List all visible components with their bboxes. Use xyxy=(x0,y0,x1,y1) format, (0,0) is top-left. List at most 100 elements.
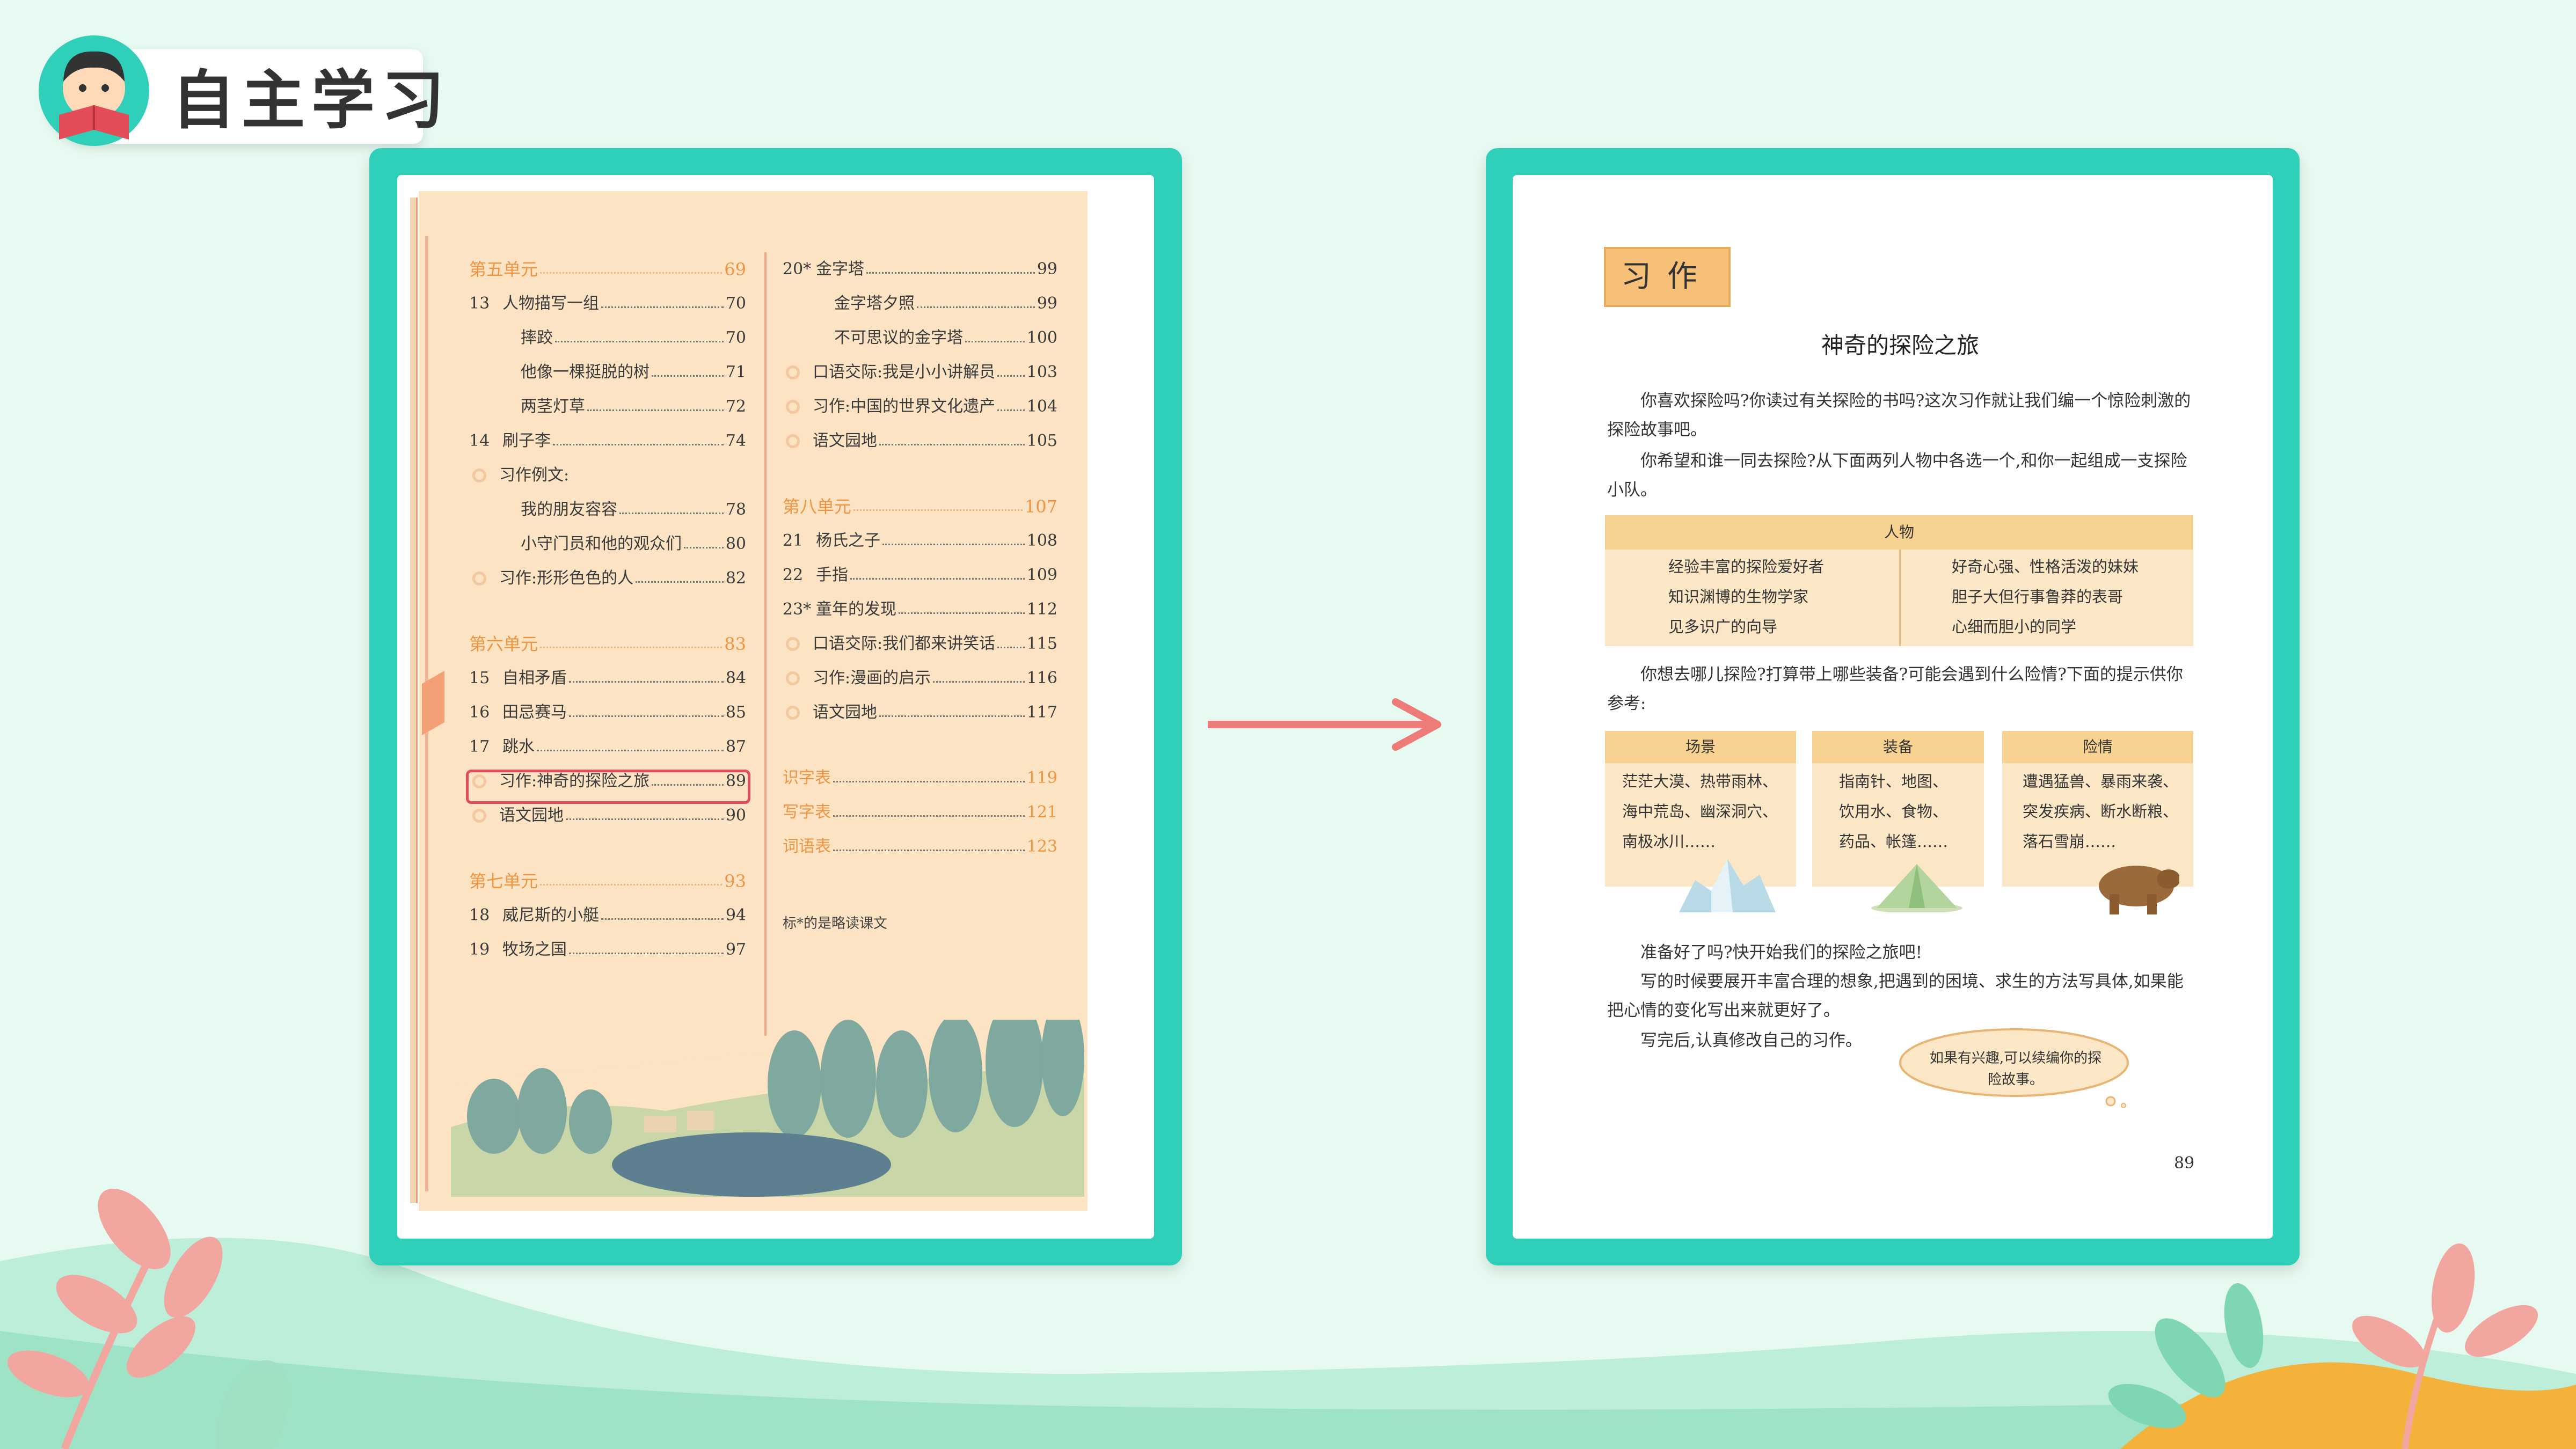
iceberg-illustration xyxy=(1679,859,1776,912)
toc-item-label: 田忌赛马 xyxy=(502,703,567,722)
toc-item-page: 100 xyxy=(1026,328,1057,347)
toc-leader-dots xyxy=(917,306,1035,308)
toc-item-page: 94 xyxy=(725,906,746,925)
list-item: 见多识广的向导 xyxy=(1668,618,1778,636)
toc-item-label: 威尼斯的小艇 xyxy=(502,906,599,925)
toc-item-label: 自相矛盾 xyxy=(502,669,567,687)
paragraph-2: 你希望和谁一同去探险?从下面两列人物中各选一个,和你一起组成一支探险小队。 xyxy=(1607,451,2187,500)
toc-leader-dots xyxy=(601,918,724,920)
toc-item-number: 13 xyxy=(469,294,490,313)
list-item: 落石雪崩…… xyxy=(2023,832,2117,851)
list-item: 海中荒岛、幽深洞穴、 xyxy=(1622,802,1778,821)
toc-item-page: 82 xyxy=(725,569,746,588)
toc-item-page: 74 xyxy=(725,431,746,450)
people-left-list: 经验丰富的探险爱好者 知识渊博的生物学家 见多识广的向导 xyxy=(1668,552,1824,642)
toc-item: 14 刷子李 74 xyxy=(469,424,746,458)
toc-page-edge xyxy=(410,197,418,1203)
toc-item-label: 语文园地 xyxy=(813,703,877,722)
toc-item-label: 跳水 xyxy=(502,737,535,756)
toc-item: 我的朋友容容 78 xyxy=(469,493,746,527)
toc-note: 标*的是略读课文 xyxy=(783,916,888,932)
toc-item-page: 99 xyxy=(1037,294,1057,313)
toc-item-page: 104 xyxy=(1026,397,1057,416)
toc-item-label: 小守门员和他的观众们 xyxy=(521,535,682,553)
toc-bullet-icon xyxy=(786,365,800,379)
list-item: 胆子大但行事鲁莽的表哥 xyxy=(1952,588,2123,606)
toc-item-number: 20* xyxy=(783,260,812,279)
toc-leader-dots xyxy=(684,546,724,548)
toc-leader-dots xyxy=(850,577,1025,580)
toc-item: 语文园地 105 xyxy=(783,424,1057,458)
people-table-divider xyxy=(1899,550,1901,646)
toc-item-page: 107 xyxy=(1024,496,1057,517)
paragraph-6: 写完后,认真修改自己的习作。 xyxy=(1640,1031,1862,1050)
toc-bullet-icon xyxy=(472,469,486,482)
toc-item: 他像一棵挺脱的树 71 xyxy=(469,355,746,390)
list-item: 知识渊博的生物学家 xyxy=(1668,588,1809,606)
toc-item-page: 105 xyxy=(1026,431,1057,450)
toc-item-page: 115 xyxy=(1026,634,1057,653)
toc-item-label: 习作:中国的世界文化遗产 xyxy=(813,397,996,416)
toc-item-page: 93 xyxy=(724,871,746,891)
toc-item-label: 习作例文: xyxy=(499,466,570,485)
toc-leader-dots xyxy=(569,715,724,717)
toc-leader-dots xyxy=(879,443,1025,445)
toc-leader-dots xyxy=(997,409,1025,411)
toc-leader-dots xyxy=(933,680,1025,683)
toc-item: 语文园地 117 xyxy=(783,696,1057,730)
toc-leader-dots xyxy=(636,581,724,583)
toc-leader-dots xyxy=(853,509,1023,511)
toc-item-label: 手指 xyxy=(816,566,848,584)
toc-item: 写字表 121 xyxy=(783,795,1057,830)
toc-item: 16 田忌赛马 85 xyxy=(469,696,746,730)
list-item: 药品、帐篷…… xyxy=(1839,832,1949,851)
toc-item-label: 习作:形形色色的人 xyxy=(499,569,634,588)
bear-illustration xyxy=(2099,866,2179,914)
toc-item: 习作:中国的世界文化遗产 104 xyxy=(783,390,1057,424)
toc-item: 13 人物描写一组 70 xyxy=(469,287,746,321)
equipment-card-list: 指南针、地图、 饮用水、食物、 药品、帐篷…… xyxy=(1839,766,1948,857)
toc-bullet-icon xyxy=(786,671,800,685)
toc-item-page: 112 xyxy=(1026,600,1057,619)
toc-item: 18 威尼斯的小艇 94 xyxy=(469,898,746,933)
scene-card-header: 场景 xyxy=(1605,731,1796,763)
toc-item-page: 99 xyxy=(1037,260,1057,279)
leaf-decoration-right xyxy=(2108,1243,2538,1449)
toc-item: 23* 童年的发现 112 xyxy=(783,592,1057,627)
toc-bullet-icon xyxy=(472,572,486,586)
toc-item: 两茎灯草 72 xyxy=(469,390,746,424)
toc-bullet-icon xyxy=(786,434,800,448)
toc-leader-dots xyxy=(569,952,724,954)
toc-item-page: 70 xyxy=(725,294,746,313)
toc-item: 口语交际:我是小小讲解员 103 xyxy=(783,355,1057,390)
toc-leader-dots xyxy=(899,612,1025,614)
toc-item: 摔跤 70 xyxy=(469,321,746,355)
toc-bullet-icon xyxy=(472,809,486,823)
toc-item-page: 103 xyxy=(1026,363,1057,382)
toc-item-page: 70 xyxy=(725,328,746,347)
toc-item-label: 不可思议的金字塔 xyxy=(834,328,963,347)
danger-card-header: 险情 xyxy=(2002,731,2193,763)
toc-item: 识字表 119 xyxy=(783,761,1057,795)
toc-item-label: 两茎灯草 xyxy=(521,397,585,416)
list-item: 遭遇猛兽、暴雨来袭、 xyxy=(2023,772,2179,791)
list-item: 好奇心强、性格活泼的妹妹 xyxy=(1952,558,2139,576)
list-item: 突发疾病、断水断粮、 xyxy=(2023,802,2179,821)
toc-item-page: 85 xyxy=(725,703,746,722)
toc-item-label: 第六单元 xyxy=(469,634,538,654)
toc-item-number: 22 xyxy=(783,566,804,584)
toc-item-number: 17 xyxy=(469,737,490,756)
toc-item-page: 109 xyxy=(1026,566,1057,584)
toc-leader-dots xyxy=(601,306,724,308)
scene-card-list: 茫茫大漠、热带雨林、 海中荒岛、幽深洞穴、 南极冰川…… xyxy=(1622,766,1778,857)
toc-item-page: 117 xyxy=(1026,703,1057,722)
toc-item-label: 第八单元 xyxy=(783,496,852,517)
toc-item-page: 69 xyxy=(724,259,746,280)
toc-item-label: 人物描写一组 xyxy=(502,294,599,313)
toc-item-page: 80 xyxy=(725,535,746,553)
speech-bubble-text: 如果有兴趣,可以续编你的探险故事。 xyxy=(1929,1050,2102,1088)
toc-leader-dots xyxy=(882,543,1025,545)
people-table-header: 人物 xyxy=(1605,515,2193,550)
toc-item: 第八单元 107 xyxy=(783,489,1057,524)
toc-item: 15 自相矛盾 84 xyxy=(469,661,746,696)
